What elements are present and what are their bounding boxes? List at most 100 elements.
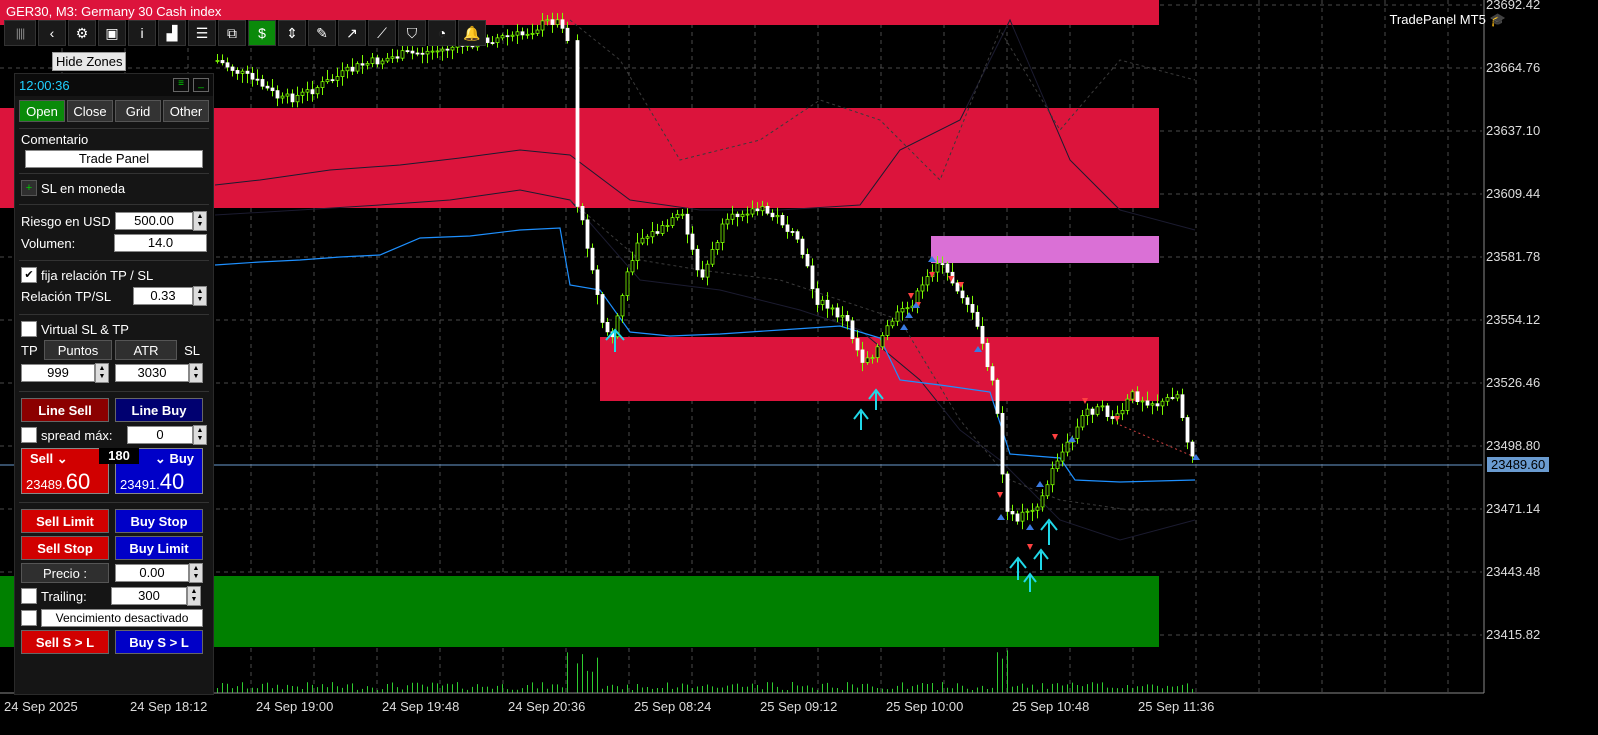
volume-bars [217,650,1193,693]
candle-body [760,206,765,212]
supply-zone-pink [931,236,1159,263]
spread-label: spread máx: [41,427,113,443]
candle-body [500,35,505,39]
sl-stepper[interactable]: ▲ ▼ [189,363,203,383]
virtual-checkbox[interactable] [21,321,37,337]
candle-body [635,242,640,262]
trend-up-icon[interactable]: ↗ [338,20,366,46]
candle-body [870,357,875,359]
bar-chart-icon[interactable]: ▟ [158,20,186,46]
candle-body [960,290,965,299]
pie-icon[interactable]: ◔ [428,20,456,46]
volume-input[interactable]: 14.0 [114,234,207,252]
sl-input[interactable]: 3030 [115,364,189,382]
brand-label: TradePanel MT5 [1389,12,1486,27]
trend-zigzag-icon[interactable]: ⟋ [368,20,396,46]
candle-body [425,50,430,55]
ratio-stepper[interactable]: ▲ ▼ [193,286,207,306]
panel-header[interactable]: 12:00:36 ≡ _ [15,74,213,96]
tp-input[interactable]: 999 [21,364,95,382]
tab-grid[interactable]: Grid [115,100,161,122]
candle-body [600,294,605,323]
candle-body [540,20,545,31]
risk-input[interactable]: 500.00 [115,212,193,230]
price-chart[interactable] [0,0,1598,735]
price-stepper[interactable]: ▲ ▼ [189,563,203,583]
candle-body [875,346,880,358]
sell-stop-button[interactable]: Sell Stop [21,536,109,560]
pencil-icon[interactable]: ✎ [308,20,336,46]
buy-sl-button[interactable]: Buy S > L [115,630,203,654]
candle-body [1035,506,1040,511]
hide-zones-tooltip[interactable]: Hide Zones [52,52,127,71]
expiry-checkbox[interactable] [21,610,37,626]
list-icon[interactable]: ☰ [188,20,216,46]
sliders-icon[interactable]: ⧉ [218,20,246,46]
ruler-icon[interactable]: ⇕ [278,20,306,46]
buy-limit-button[interactable]: Buy Limit [115,536,203,560]
menu-icon[interactable]: ≡ [173,78,189,92]
line-sell-button[interactable]: Line Sell [21,398,109,422]
time-tick: 25 Sep 10:00 [886,699,964,714]
candle-body [1155,403,1160,407]
candle-body [490,42,495,44]
candle-body [290,93,295,103]
fixed-ratio-checkbox[interactable]: ✔ [21,267,37,283]
minimize-icon[interactable]: _ [193,78,209,92]
sell-sl-button[interactable]: Sell S > L [21,630,109,654]
candle-body [1020,511,1025,522]
expand-plus-icon[interactable]: + [21,180,37,196]
dollar-icon[interactable]: $ [248,20,276,46]
spread-input[interactable]: 0 [127,426,193,444]
trailing-stepper[interactable]: ▲ ▼ [187,586,201,606]
candle-body [1130,391,1135,400]
ratio-input[interactable]: 0.33 [133,287,193,305]
expiry-field[interactable]: Vencimiento desactivado [41,609,203,627]
price-input[interactable]: 0.00 [115,564,189,582]
back-icon[interactable]: ‹ [38,20,66,46]
sell-limit-button[interactable]: Sell Limit [21,509,109,533]
bell-icon[interactable]: 🔔 [458,20,486,46]
candle-body [435,50,440,53]
risk-stepper[interactable]: ▲ ▼ [193,211,207,231]
tab-other[interactable]: Other [163,100,209,122]
spread-checkbox[interactable] [21,427,37,443]
shield-icon[interactable]: ⛉ [398,20,426,46]
candle-body [270,87,275,92]
info-icon[interactable]: i [128,20,156,46]
candle-body [780,215,785,226]
candle-body [525,33,530,36]
chevron-down-icon: ⌄ [154,451,166,466]
candle-body [275,90,280,99]
candle-body [400,50,405,59]
tab-close[interactable]: Close [67,100,113,122]
candle-body [665,225,670,227]
candle-body [900,308,905,313]
pending-section: Sell Limit Buy Stop Sell Stop Buy Limit Pr… [19,502,209,660]
tab-open[interactable]: Open [19,100,65,122]
sell-market-button[interactable]: Sell ⌄ 23489.60 [21,448,109,494]
comment-input[interactable]: Trade Panel [25,150,203,168]
candle-body [305,89,310,93]
grip-icon[interactable]: |||| [4,20,36,46]
spread-stepper[interactable]: ▲ ▼ [193,425,207,445]
candle-body [1000,413,1005,475]
candle-body [575,40,580,207]
candle-body [845,315,850,322]
buy-stop-button[interactable]: Buy Stop [115,509,203,533]
camera-icon[interactable]: ▣ [98,20,126,46]
trailing-input[interactable]: 300 [111,587,187,605]
candle-body [545,19,550,22]
trailing-checkbox[interactable] [21,588,37,604]
candle-body [670,217,675,226]
candle-body [325,79,330,83]
tp-stepper[interactable]: ▲ ▼ [95,363,109,383]
line-buy-button[interactable]: Line Buy [115,398,203,422]
time-tick: 24 Sep 18:12 [130,699,208,714]
gear-icon[interactable]: ⚙ [68,20,96,46]
candle-body [420,52,425,55]
atr-button[interactable]: ATR [115,340,177,360]
points-button[interactable]: Puntos [44,340,112,360]
tradepanel-brand: TradePanel MT5 🎓 [1389,12,1506,28]
candle-body [1095,406,1100,415]
